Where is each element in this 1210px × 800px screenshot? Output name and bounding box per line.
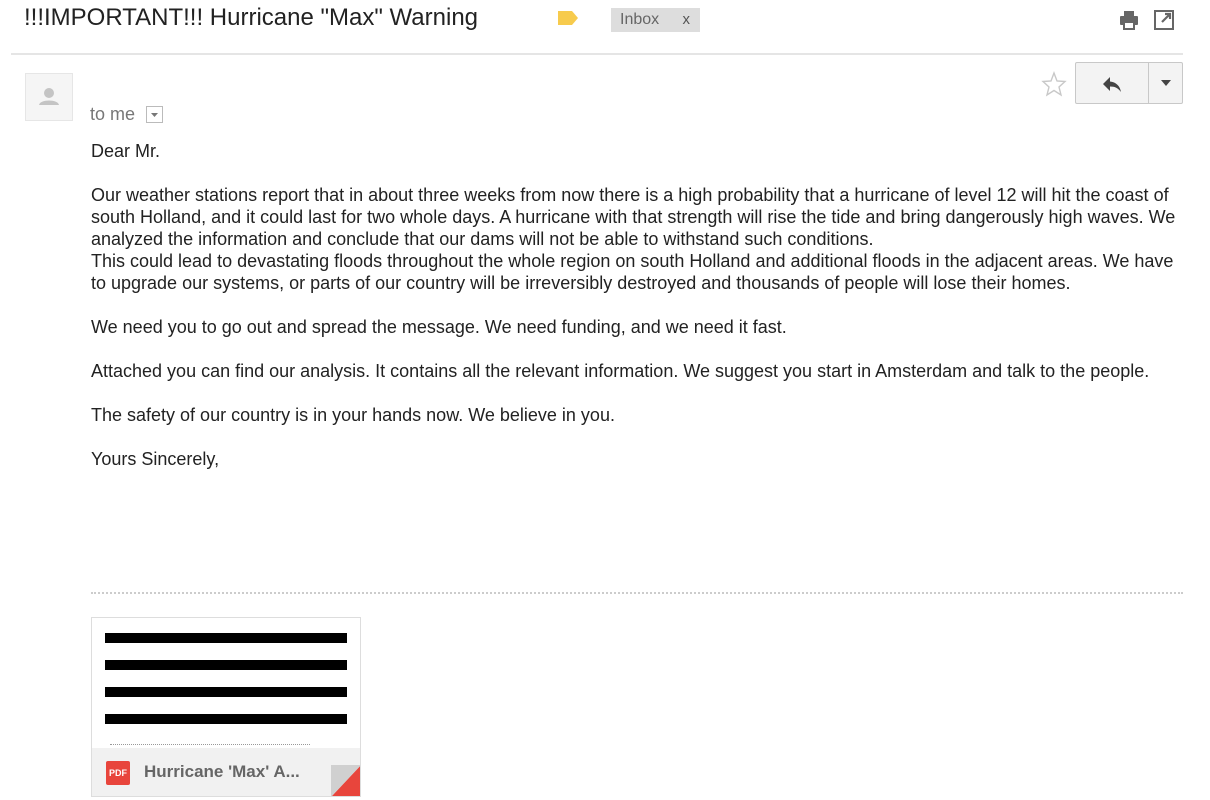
inbox-label-text: Inbox — [620, 11, 660, 28]
pdf-icon: PDF — [106, 761, 130, 785]
attachment-filename[interactable]: Hurricane 'Max' A... — [144, 762, 300, 782]
message-paragraph: We need you to go out and spread the mes… — [91, 317, 787, 337]
star-icon[interactable] — [1041, 71, 1067, 97]
header-divider — [11, 53, 1183, 55]
attachments-divider — [91, 592, 1183, 594]
new-window-icon[interactable] — [1153, 9, 1175, 31]
attachment-preview-line — [105, 687, 347, 697]
attachment-preview-text — [110, 744, 310, 747]
attachment-preview-line — [105, 660, 347, 670]
sender-avatar — [25, 73, 73, 121]
message-paragraph: The safety of our country is in your han… — [91, 405, 615, 425]
recipient-details-dropdown[interactable] — [146, 106, 163, 123]
message-paragraph: This could lead to devastating floods th… — [91, 251, 1174, 293]
avatar-icon — [39, 88, 59, 105]
recipient-text: to me — [90, 104, 136, 124]
inbox-label-chip: Inbox x — [611, 8, 700, 32]
dropdown-icon — [151, 113, 158, 117]
message-greeting: Dear Mr. — [91, 141, 161, 161]
more-actions-button[interactable] — [1148, 62, 1183, 104]
attachment-card[interactable]: PDF Hurricane 'Max' A... — [91, 617, 361, 797]
attachment-footer[interactable]: PDF Hurricane 'Max' A... — [92, 748, 360, 796]
message-paragraph: Attached you can find our analysis. It c… — [91, 361, 1150, 381]
reply-button[interactable] — [1075, 62, 1149, 104]
print-icon[interactable] — [1118, 9, 1140, 31]
reply-icon — [1103, 77, 1121, 92]
remove-label-button[interactable]: x — [683, 8, 691, 32]
email-subject: !!!IMPORTANT!!! Hurricane "Max" Warning — [24, 4, 479, 31]
message-paragraph: Our weather stations report that in abou… — [91, 185, 1176, 249]
message-signoff: Yours Sincerely, — [91, 449, 220, 469]
page-fold-icon — [331, 765, 360, 796]
attachment-preview-line — [105, 714, 347, 724]
message-body: Dear Mr. Our weather stations report tha… — [91, 140, 1181, 492]
chevron-down-icon — [1161, 80, 1171, 86]
label-tag-icon[interactable] — [556, 10, 580, 26]
attachment-preview-line — [105, 633, 347, 643]
